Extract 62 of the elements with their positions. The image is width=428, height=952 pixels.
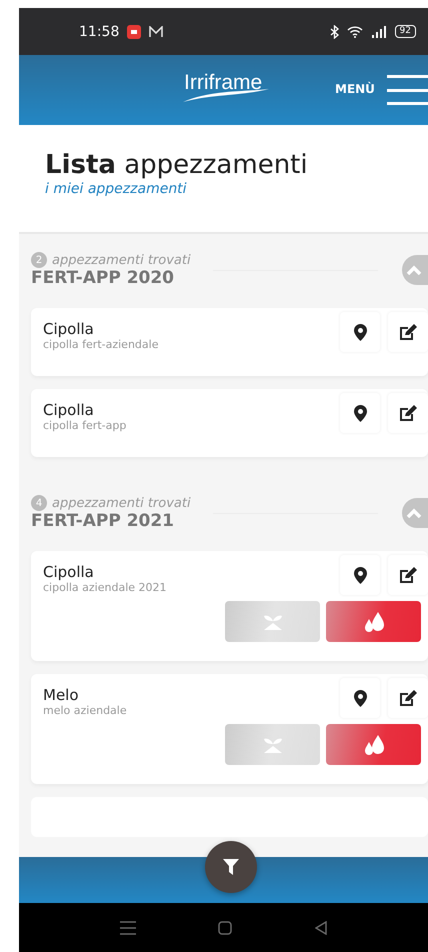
status-time: 11:58 — [79, 24, 120, 40]
edit-icon — [399, 404, 417, 422]
field-card[interactable]: Cipolla cipolla fert-aziendale — [31, 308, 428, 376]
edit-button[interactable] — [388, 393, 428, 433]
sprout-icon — [262, 736, 284, 754]
edit-icon — [399, 566, 417, 584]
edit-icon — [399, 690, 417, 706]
menu-label: MENÙ — [335, 82, 375, 96]
mail-icon — [149, 26, 164, 38]
filter-icon — [223, 859, 239, 875]
field-card[interactable]: Cipolla cipolla fert-app — [31, 389, 428, 457]
logo-swoosh-icon — [181, 88, 271, 104]
field-card[interactable]: Melo melo aziendale — [31, 674, 428, 784]
collapse-toggle[interactable] — [402, 255, 428, 285]
signal-icon — [370, 25, 387, 38]
field-name: Cipolla — [43, 320, 95, 338]
map-pin-icon — [354, 404, 366, 422]
water-drops-icon — [362, 610, 384, 632]
field-description: melo aziendale — [43, 704, 128, 717]
found-label: appezzamenti trovati — [52, 252, 191, 268]
water-drops-icon — [362, 734, 384, 756]
app-logo: Irriframe — [184, 71, 262, 95]
menu-icon[interactable] — [387, 75, 428, 105]
map-pin-icon — [354, 690, 366, 706]
map-button[interactable] — [340, 678, 380, 718]
field-card[interactable]: Cipolla cipolla aziendale 2021 — [31, 551, 428, 661]
field-description: cipolla fert-app — [43, 419, 128, 432]
count-badge: 4 — [31, 495, 47, 511]
irrigation-button[interactable] — [326, 601, 421, 642]
count-badge: 2 — [31, 252, 47, 268]
field-name: Cipolla — [43, 401, 95, 419]
page-subtitle: i miei appezzamenti — [45, 181, 188, 197]
map-pin-icon — [354, 566, 366, 584]
recorder-icon — [127, 24, 142, 38]
sprout-icon — [262, 612, 284, 630]
field-name: Cipolla — [43, 563, 95, 581]
filter-button[interactable] — [205, 841, 257, 893]
field-name: Melo — [43, 686, 80, 704]
chevron-up-icon — [406, 265, 422, 275]
edit-button[interactable] — [388, 678, 428, 718]
edit-button[interactable] — [388, 555, 428, 595]
map-button[interactable] — [340, 312, 380, 352]
group-title: FERT-APP 2020 — [31, 268, 176, 288]
field-description: cipolla aziendale 2021 — [43, 581, 168, 594]
group-title: FERT-APP 2021 — [31, 511, 176, 531]
found-label: appezzamenti trovati — [52, 496, 191, 510]
map-button[interactable] — [340, 555, 380, 595]
irrigation-button[interactable] — [326, 724, 421, 765]
home-icon[interactable] — [218, 920, 232, 934]
map-button[interactable] — [340, 393, 380, 433]
chevron-up-icon — [406, 508, 422, 518]
back-icon[interactable] — [314, 920, 327, 934]
wifi-icon — [346, 25, 363, 38]
page-title: Lista appezzamenti — [45, 149, 309, 181]
collapse-toggle[interactable] — [402, 498, 428, 528]
field-description: cipolla fert-aziendale — [43, 338, 160, 351]
edit-button[interactable] — [388, 312, 428, 352]
edit-icon — [399, 324, 417, 340]
bluetooth-icon — [330, 24, 339, 38]
map-pin-icon — [354, 324, 366, 340]
menu-icon[interactable] — [120, 920, 136, 934]
battery-indicator: 92 — [394, 25, 416, 38]
